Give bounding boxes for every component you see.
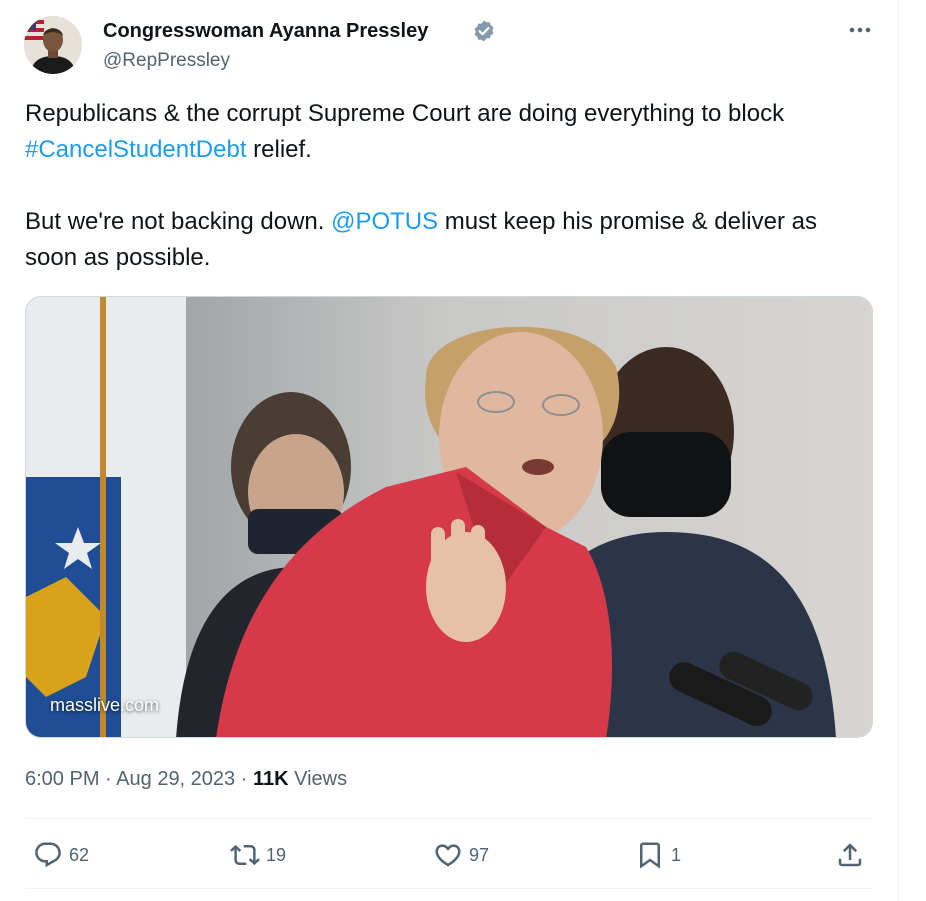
hashtag-link[interactable]: #CancelStudentDebt — [25, 136, 246, 163]
meta-separator: · — [105, 768, 112, 790]
more-icon[interactable] — [845, 18, 875, 42]
views-count: 11K — [252, 768, 289, 790]
action-bar: 62 19 97 1 — [25, 820, 873, 888]
bookmark-button[interactable]: 1 — [635, 840, 681, 870]
media-card[interactable]: masslive.com — [25, 296, 873, 738]
repost-button[interactable]: 19 — [230, 840, 286, 870]
author-handle[interactable]: @RepPressley — [103, 49, 230, 73]
tweet-time[interactable]: 6:00 PM — [25, 768, 99, 790]
share-button[interactable] — [835, 840, 865, 870]
tweet-text: Republicans & the corrupt Supreme Court … — [25, 96, 865, 276]
tweet-meta: 6:00 PM · Aug 29, 2023 · 11K Views — [25, 766, 347, 792]
reply-count: 62 — [69, 844, 90, 865]
meta-separator: · — [240, 768, 248, 790]
bookmark-count: 1 — [671, 844, 682, 865]
column-divider — [898, 0, 899, 901]
mention-link[interactable]: @POTUS — [331, 208, 438, 235]
verified-badge-icon — [472, 19, 496, 43]
reply-icon — [33, 840, 63, 870]
like-button[interactable]: 97 — [433, 840, 489, 870]
divider — [25, 818, 873, 819]
avatar[interactable] — [24, 16, 82, 74]
author-name[interactable]: Congresswoman Ayanna Pressley — [103, 18, 428, 44]
media-image — [26, 297, 872, 737]
repost-count: 19 — [266, 844, 287, 865]
tweet-paragraph-1: Republicans & the corrupt Supreme Court … — [25, 96, 865, 168]
tweet-paragraph-2: But we're not backing down. @POTUS must … — [25, 204, 865, 276]
heart-icon — [433, 840, 463, 870]
bookmark-icon — [635, 840, 665, 870]
tweet-date[interactable]: Aug 29, 2023 — [116, 768, 235, 790]
tweet-text-segment: relief. — [246, 136, 312, 163]
tweet-text-segment: But we're not backing down. — [25, 208, 332, 235]
media-source-label: masslive.com — [50, 695, 160, 715]
tweet-text-segment: Republicans & the corrupt Supreme Court … — [25, 100, 785, 127]
like-count: 97 — [469, 844, 490, 865]
divider — [25, 888, 873, 889]
reply-button[interactable]: 62 — [33, 840, 89, 870]
share-icon — [835, 840, 865, 870]
repost-icon — [230, 840, 260, 870]
views-label: Views — [294, 768, 348, 790]
